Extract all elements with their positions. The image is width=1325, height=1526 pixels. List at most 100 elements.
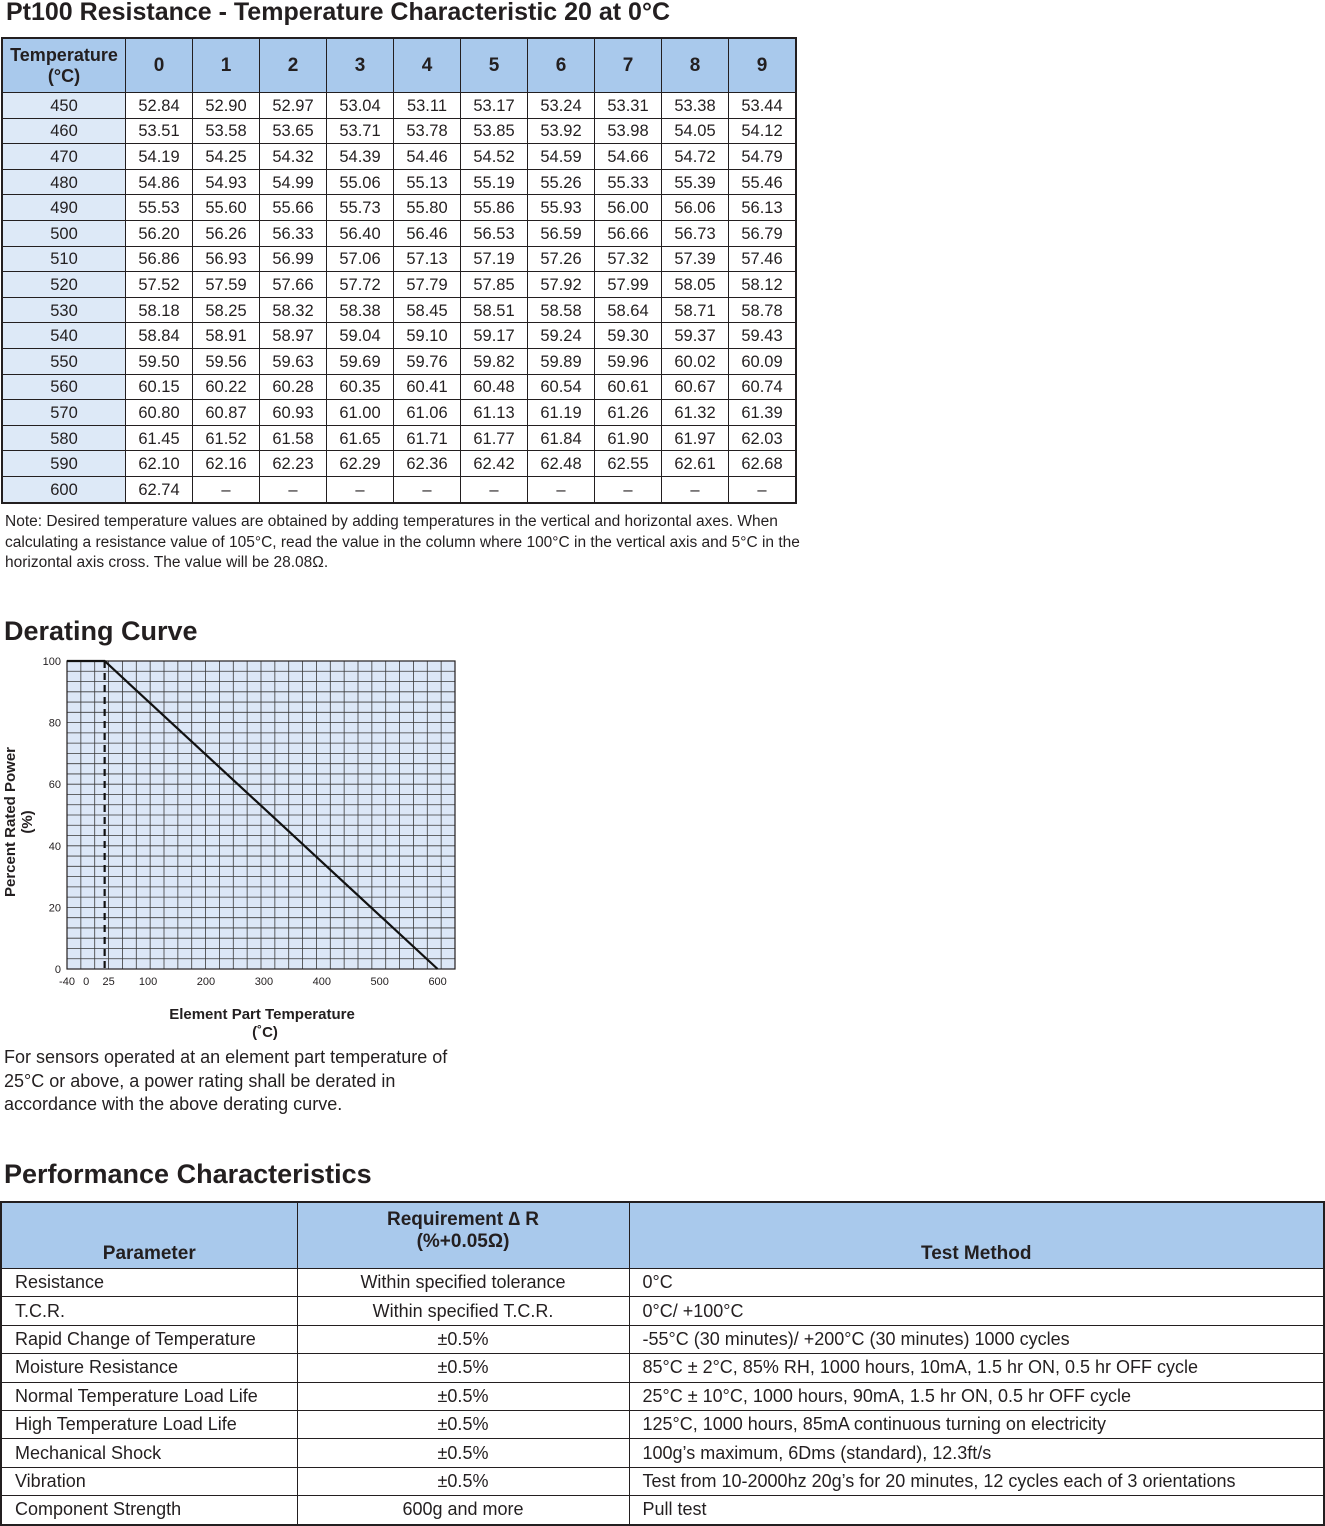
resistance-cell: 60.09	[728, 347, 797, 375]
resistance-cell: 61.45	[125, 424, 193, 452]
x-tick-label: 600	[428, 976, 446, 988]
x-tick-label: 0	[83, 976, 89, 988]
resistance-cell: 55.86	[460, 194, 528, 221]
y-axis-label: Percent Rated Power	[2, 747, 19, 897]
y-tick-label: 0	[55, 964, 61, 976]
x-tick-label: 500	[371, 976, 389, 988]
temperature-column-header: Temperature (°C)	[1, 37, 126, 93]
row-temperature: 570	[1, 399, 126, 426]
table-row: 510 56.86 56.93 56.99 57.06 57.13 57.19 57.26 57…	[1, 245, 797, 273]
resistance-cell: 58.25	[192, 296, 260, 324]
resistance-cell: 62.36	[393, 450, 461, 477]
resistance-cell: 55.73	[326, 194, 394, 221]
resistance-cell: 61.19	[527, 399, 595, 426]
resistance-cell: 61.90	[594, 424, 662, 452]
resistance-cell: 59.17	[460, 322, 528, 349]
resistance-table-header-row: Temperature (°C) 0 1 2 3 4 5 6 7 8 9	[1, 37, 797, 93]
resistance-cell: 56.20	[125, 219, 193, 247]
parameter-cell: Moisture Resistance	[0, 1353, 298, 1383]
resistance-cell: 55.66	[259, 194, 327, 221]
row-temperature: 600	[1, 475, 126, 504]
resistance-cell: 62.23	[259, 450, 327, 477]
resistance-cell: 55.53	[125, 194, 193, 221]
table-row: Resistance Within specified tolerance 0°C	[0, 1267, 1325, 1298]
table-row: T.C.R. Within specified T.C.R. 0°C/ +100°C	[0, 1296, 1325, 1326]
table-row: 570 60.80 60.87 60.93 61.00 61.06 61.13 61.19 61…	[1, 399, 797, 426]
resistance-cell: 60.87	[192, 399, 260, 426]
row-temperature: 590	[1, 450, 126, 477]
resistance-cell: 56.13	[728, 194, 797, 221]
test-method-cell: Pull test	[628, 1495, 1325, 1526]
derating-curve-title: Derating Curve	[4, 616, 198, 646]
table-row: 600 62.74– – – – – – – – –	[1, 475, 797, 504]
resistance-cell: 59.37	[661, 322, 729, 349]
x-tick-label: 25	[103, 976, 115, 988]
requirement-cell: Within specified tolerance	[296, 1267, 630, 1298]
resistance-cell: 57.26	[527, 245, 595, 273]
resistance-cell: 58.05	[661, 271, 729, 298]
resistance-cell: 62.48	[527, 450, 595, 477]
resistance-cell: 57.39	[661, 245, 729, 273]
test-method-header: Test Method	[628, 1201, 1325, 1269]
y-tick-label: 40	[49, 841, 61, 853]
requirement-cell: ±0.5%	[296, 1466, 630, 1497]
resistance-cell: 54.59	[527, 143, 595, 170]
row-temperature: 540	[1, 322, 126, 349]
column-header: 8	[661, 37, 729, 93]
column-header: 3	[326, 37, 394, 93]
column-header: 0	[125, 37, 193, 93]
row-temperature: 470	[1, 143, 126, 170]
resistance-cell: 55.39	[661, 168, 729, 196]
table-row: Moisture Resistance ±0.5% 85°C ± 2°C, 85% …	[0, 1353, 1325, 1383]
resistance-cell: 56.26	[192, 219, 260, 247]
resistance-cell: 59.24	[527, 322, 595, 349]
performance-header-row: Parameter Requirement ∆ R (%+0.05Ω) Test…	[0, 1201, 1325, 1269]
resistance-cell: 58.18	[125, 296, 193, 324]
resistance-cell: 61.58	[259, 424, 327, 452]
resistance-cell: 59.50	[125, 347, 193, 375]
parameter-cell: Mechanical Shock	[0, 1438, 298, 1468]
resistance-cell: 60.02	[661, 347, 729, 375]
column-header: 2	[259, 37, 327, 93]
column-header: 4	[393, 37, 461, 93]
resistance-cell: 53.98	[594, 117, 662, 145]
resistance-cell: 58.12	[728, 271, 797, 298]
resistance-cell: 52.90	[192, 92, 260, 119]
resistance-cell: 57.46	[728, 245, 797, 273]
resistance-cell: 60.54	[527, 373, 595, 401]
resistance-cell: 53.31	[594, 92, 662, 119]
resistance-cell: –	[594, 475, 662, 504]
resistance-cell: 55.26	[527, 168, 595, 196]
x-tick-label: 100	[139, 976, 157, 988]
resistance-cell: 59.69	[326, 347, 394, 375]
requirement-cell: ±0.5%	[296, 1409, 630, 1440]
derating-description: For sensors operated at an element part …	[4, 1047, 448, 1114]
resistance-cell: 54.66	[594, 143, 662, 170]
resistance-cell: 54.93	[192, 168, 260, 196]
resistance-cell: 56.73	[661, 219, 729, 247]
requirement-cell: ±0.5%	[296, 1381, 630, 1411]
resistance-cell: 60.67	[661, 373, 729, 401]
parameter-cell: Vibration	[0, 1466, 298, 1497]
table-row: 460 53.51 53.58 53.65 53.71 53.78 53.85 53.92 53…	[1, 117, 797, 145]
resistance-cell: 61.77	[460, 424, 528, 452]
resistance-cell: 62.16	[192, 450, 260, 477]
resistance-cell: 56.79	[728, 219, 797, 247]
performance-title: Performance Characteristics	[4, 1159, 372, 1189]
row-temperature: 460	[1, 117, 126, 145]
resistance-cell: 56.93	[192, 245, 260, 273]
resistance-cell: 58.51	[460, 296, 528, 324]
resistance-cell: 56.99	[259, 245, 327, 273]
resistance-cell: 54.39	[326, 143, 394, 170]
resistance-cell: 53.24	[527, 92, 595, 119]
x-tick-label: -40	[59, 976, 75, 988]
resistance-cell: 55.80	[393, 194, 461, 221]
performance-table-body: Resistance Within specified tolerance 0°C T…	[0, 1267, 1325, 1526]
resistance-cell: 56.53	[460, 219, 528, 247]
resistance-cell: –	[460, 475, 528, 504]
resistance-cell: –	[661, 475, 729, 504]
row-temperature: 520	[1, 271, 126, 298]
performance-table: Parameter Requirement ∆ R (%+0.05Ω) Test…	[0, 1201, 1325, 1526]
resistance-cell: 53.17	[460, 92, 528, 119]
row-temperature: 500	[1, 219, 126, 247]
